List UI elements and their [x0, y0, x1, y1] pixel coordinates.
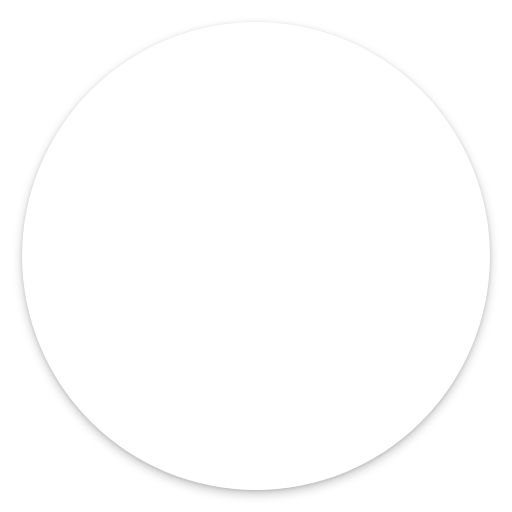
app-icon [0, 0, 512, 512]
circular-badge [22, 22, 490, 490]
